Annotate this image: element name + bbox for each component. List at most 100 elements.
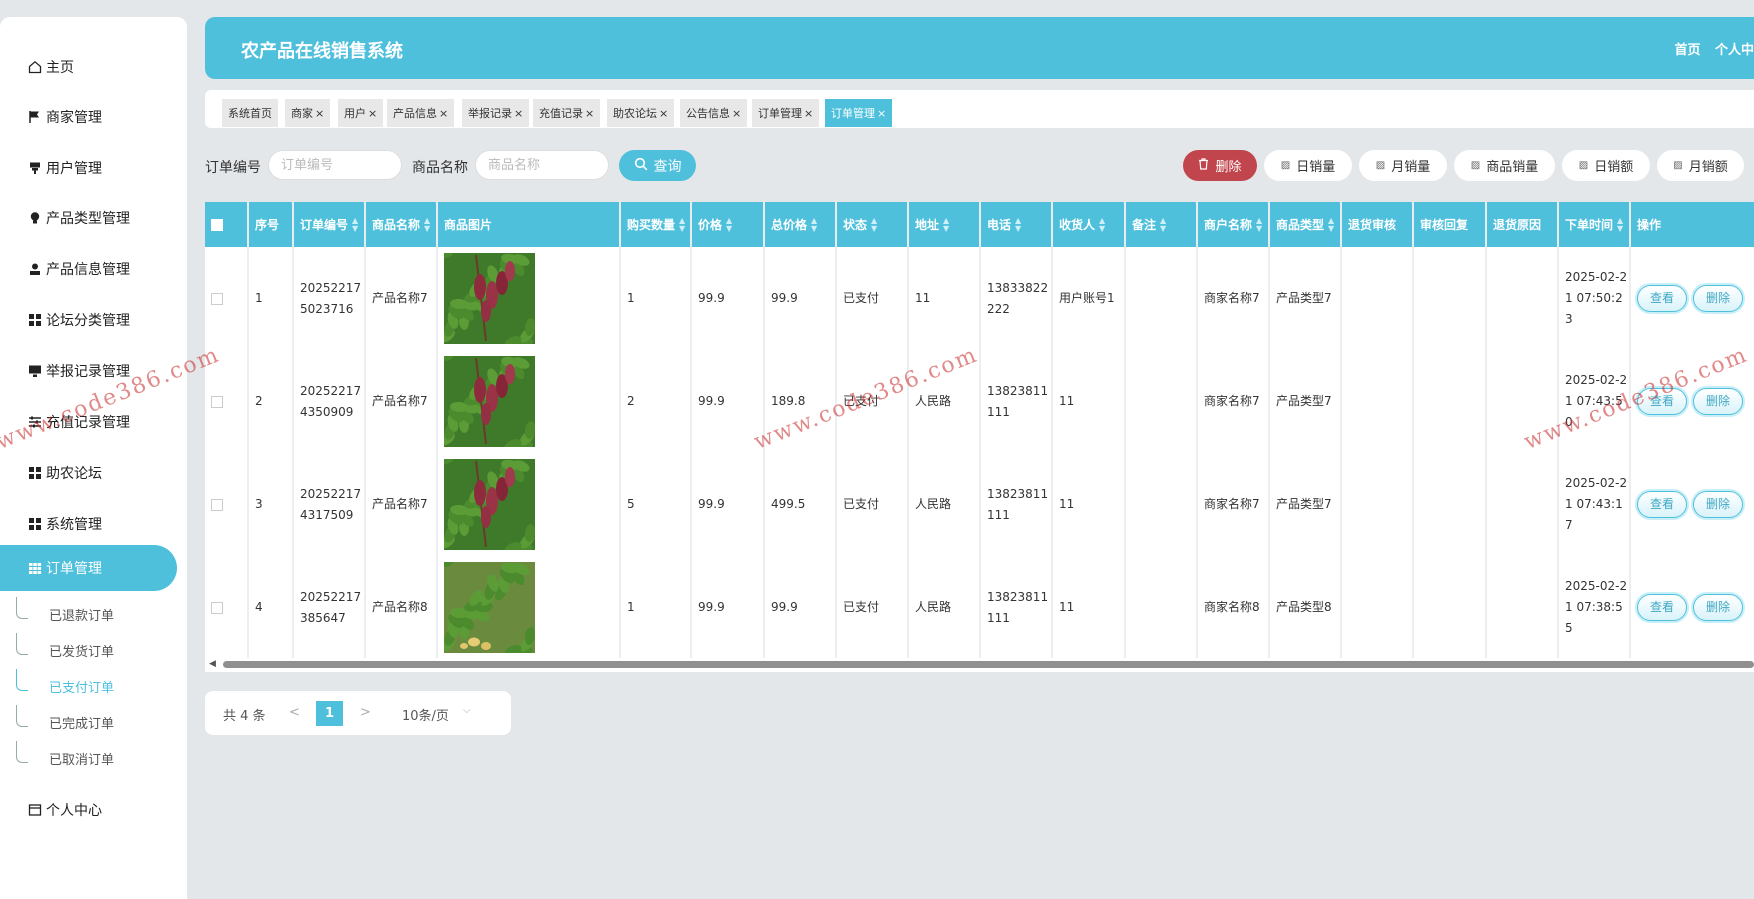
row-delete-button[interactable]: 删除 (1693, 285, 1743, 312)
header-order-no[interactable]: 订单编号 ▲ ▼ (294, 202, 366, 247)
submenu-item-paid[interactable]: 已支付订单 (49, 676, 114, 696)
daily-sales-qty-button[interactable]: ▨ 日销量 (1264, 150, 1352, 181)
row-delete-button[interactable]: 删除 (1693, 491, 1743, 518)
close-icon[interactable]: × (732, 107, 741, 120)
sidebar-item-report[interactable]: 举报记录管理 (28, 359, 130, 383)
sort-icon[interactable]: ▲ ▼ (1617, 216, 1623, 233)
sort-icon[interactable]: ▲ ▼ (679, 216, 685, 233)
submenu-item-completed[interactable]: 已完成订单 (49, 712, 114, 732)
tab-order-admin[interactable]: 订单管理 × (752, 99, 820, 127)
tab-notice[interactable]: 公告信息 × (680, 99, 748, 127)
tab-user[interactable]: 用户 × (338, 99, 384, 127)
daily-revenue-button[interactable]: ▨ 日销额 (1562, 150, 1650, 181)
sort-icon[interactable]: ▲ ▼ (352, 216, 358, 233)
header-select-all[interactable] (205, 202, 249, 247)
header-link-personal[interactable]: 个人中 (1715, 43, 1754, 58)
row-delete-button[interactable]: 删除 (1693, 388, 1743, 415)
header-address[interactable]: 地址 ▲ ▼ (909, 202, 981, 247)
close-icon[interactable]: × (514, 107, 523, 120)
page-number-current[interactable]: 1 (316, 701, 343, 726)
cell-text: 11 (1059, 497, 1075, 511)
header-phone[interactable]: 电话 ▲ ▼ (981, 202, 1053, 247)
sort-icon[interactable]: ▲ ▼ (1015, 216, 1021, 233)
row-checkbox[interactable] (211, 601, 223, 614)
row-delete-button[interactable]: 删除 (1693, 594, 1743, 621)
row-checkbox[interactable] (211, 395, 223, 408)
sidebar-item-user[interactable]: 用户管理 (28, 156, 102, 180)
header-order-time[interactable]: 下单时间 ▲ ▼ (1559, 202, 1631, 247)
product-name-input[interactable] (475, 150, 609, 180)
order-no-input[interactable] (268, 150, 402, 180)
header-quantity[interactable]: 购买数量 ▲ ▼ (621, 202, 692, 247)
product-image[interactable] (444, 459, 535, 550)
sidebar-item-recharge[interactable]: 充值记录管理 (28, 410, 130, 434)
sidebar-item-order[interactable]: 订单管理 (0, 545, 177, 591)
header-note[interactable]: 备注 ▲ ▼ (1126, 202, 1198, 247)
sort-icon[interactable]: ▲ ▼ (811, 216, 817, 233)
page-size-select[interactable]: 10条/页 (402, 705, 449, 724)
header-link-home[interactable]: 首页 (1674, 43, 1700, 58)
view-button[interactable]: 查看 (1637, 491, 1687, 518)
header-total[interactable]: 总价格 ▲ ▼ (765, 202, 837, 247)
tab-forum[interactable]: 助农论坛 × (607, 99, 675, 127)
header-merchant[interactable]: 商户名称 ▲ ▼ (1198, 202, 1270, 247)
submenu-item-refunded[interactable]: 已退款订单 (49, 604, 114, 624)
delete-button[interactable]: 删除 (1183, 150, 1257, 181)
sidebar-item-home[interactable]: 主页 (28, 55, 74, 79)
tab-report[interactable]: 举报记录 × (462, 99, 530, 127)
tab-merchant[interactable]: 商家 × (285, 99, 331, 127)
sort-icon[interactable]: ▲ ▼ (726, 216, 732, 233)
product-image[interactable] (444, 356, 535, 447)
scroll-left-icon[interactable]: ◀ (209, 659, 216, 669)
tab-product-info[interactable]: 产品信息 × (387, 99, 455, 127)
sort-icon[interactable]: ▲ ▼ (1160, 216, 1166, 233)
sidebar-item-product-type[interactable]: 产品类型管理 (28, 206, 130, 230)
chevron-down-icon[interactable]: ⌵ (463, 705, 471, 716)
header-price[interactable]: 价格 ▲ ▼ (692, 202, 765, 247)
sidebar-item-forum[interactable]: 助农论坛 (28, 461, 102, 485)
sort-icon[interactable]: ▲ ▼ (1099, 216, 1105, 233)
query-button[interactable]: 查询 (619, 150, 696, 181)
sidebar-item-product-info[interactable]: 产品信息管理 (28, 257, 130, 281)
sidebar-item-merchant[interactable]: 商家管理 (28, 105, 102, 129)
close-icon[interactable]: × (659, 107, 668, 120)
product-image[interactable] (444, 253, 535, 344)
sidebar-item-forum-category[interactable]: 论坛分类管理 (28, 308, 130, 332)
product-sales-button[interactable]: ▨ 商品销量 (1454, 150, 1555, 181)
sidebar-item-system[interactable]: 系统管理 (28, 512, 102, 536)
next-page-button[interactable]: > (360, 705, 371, 720)
header-product-name[interactable]: 商品名称 ▲ ▼ (366, 202, 438, 247)
sort-icon[interactable]: ▲ ▼ (424, 216, 430, 233)
view-button[interactable]: 查看 (1637, 388, 1687, 415)
sort-icon[interactable]: ▲ ▼ (871, 216, 877, 233)
tab-order-current[interactable]: 订单管理 × (825, 99, 893, 127)
close-icon[interactable]: × (368, 107, 377, 120)
monthly-revenue-button[interactable]: ▨ 月销额 (1657, 150, 1744, 181)
submenu-item-shipped[interactable]: 已发货订单 (49, 640, 114, 660)
tab-system-home[interactable]: 系统首页 (222, 99, 278, 127)
close-icon[interactable]: × (877, 107, 886, 120)
prev-page-button[interactable]: < (289, 705, 300, 720)
select-all-checkbox[interactable] (211, 218, 223, 231)
row-checkbox[interactable] (211, 292, 223, 305)
header-product-type[interactable]: 商品类型 ▲ ▼ (1270, 202, 1342, 247)
sort-icon[interactable]: ▲ ▼ (1328, 216, 1334, 233)
close-icon[interactable]: × (315, 107, 324, 120)
view-button[interactable]: 查看 (1637, 594, 1687, 621)
view-button[interactable]: 查看 (1637, 285, 1687, 312)
product-image[interactable] (444, 562, 535, 653)
submenu-item-cancelled[interactable]: 已取消订单 (49, 748, 114, 768)
close-icon[interactable]: × (585, 107, 594, 120)
close-icon[interactable]: × (439, 107, 448, 120)
horizontal-scrollbar[interactable]: ◀ (205, 658, 1754, 670)
sort-icon[interactable]: ▲ ▼ (1256, 216, 1262, 233)
header-receiver[interactable]: 收货人 ▲ ▼ (1053, 202, 1126, 247)
sidebar-item-personal[interactable]: 个人中心 (28, 798, 102, 822)
sort-icon[interactable]: ▲ ▼ (943, 216, 949, 233)
close-icon[interactable]: × (804, 107, 813, 120)
monthly-sales-qty-button[interactable]: ▨ 月销量 (1359, 150, 1447, 181)
tab-recharge[interactable]: 充值记录 × (533, 99, 601, 127)
header-status[interactable]: 状态 ▲ ▼ (837, 202, 909, 247)
row-checkbox[interactable] (211, 498, 223, 511)
scrollbar-thumb[interactable] (223, 661, 1754, 668)
